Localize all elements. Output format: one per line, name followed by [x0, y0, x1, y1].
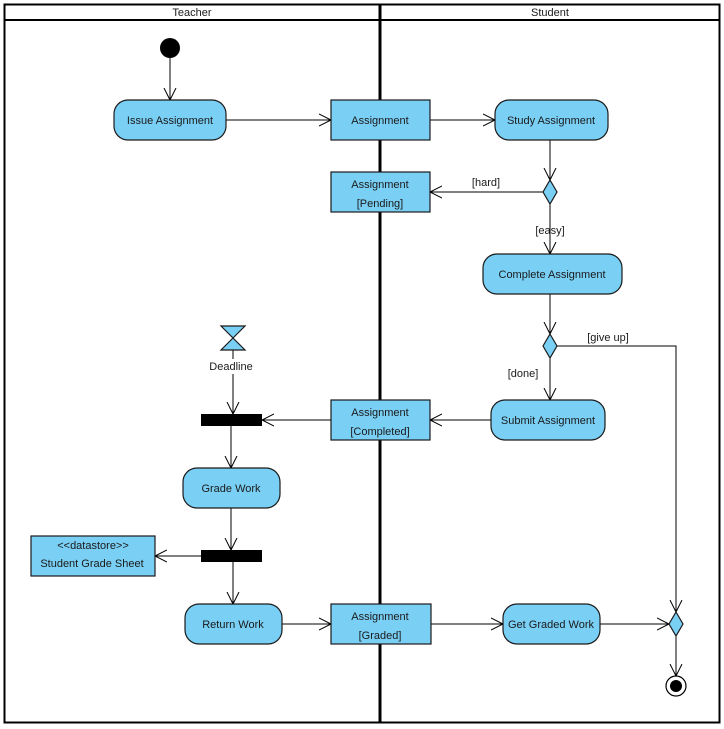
datastore-student-grade-sheet[interactable]: <<datastore>> Student Grade Sheet: [30, 535, 156, 577]
action-label: Study Assignment: [507, 115, 595, 127]
action-complete-assignment[interactable]: Complete Assignment: [482, 253, 623, 295]
action-study-assignment[interactable]: Study Assignment: [494, 99, 609, 141]
action-grade-work[interactable]: Grade Work: [182, 467, 281, 509]
object-label: Assignment: [351, 179, 408, 191]
object-state: [Completed]: [350, 426, 409, 438]
action-return-work[interactable]: Return Work: [184, 603, 283, 645]
fork-bar[interactable]: [201, 550, 262, 562]
guard-easy: [easy]: [535, 225, 564, 237]
datastore-stereotype: <<datastore>>: [57, 540, 129, 552]
object-state: [Graded]: [359, 630, 402, 642]
action-label: Complete Assignment: [499, 269, 606, 281]
final-node[interactable]: [665, 675, 687, 697]
activity-diagram: Teacher Student [hard] [easy] [give up] …: [3, 3, 721, 724]
action-issue-assignment[interactable]: Issue Assignment: [113, 99, 227, 141]
action-label: Grade Work: [201, 483, 261, 495]
lane-title-teacher[interactable]: Teacher: [172, 7, 211, 19]
object-assignment-graded[interactable]: Assignment [Graded]: [330, 603, 432, 645]
object-assignment-pending[interactable]: Assignment [Pending]: [330, 171, 431, 213]
action-get-graded-work[interactable]: Get Graded Work: [502, 603, 601, 645]
guard-done: [done]: [508, 368, 539, 380]
time-event-label: Deadline: [209, 361, 252, 373]
object-label: Assignment: [351, 611, 408, 623]
lane-title-student[interactable]: Student: [531, 7, 569, 19]
guard-hard: [hard]: [472, 177, 500, 189]
action-label: Return Work: [202, 619, 264, 631]
object-assignment-completed[interactable]: Assignment [Completed]: [330, 399, 431, 441]
action-label: Issue Assignment: [127, 115, 213, 127]
object-state: [Pending]: [357, 198, 403, 210]
guard-give-up: [give up]: [587, 332, 629, 344]
action-submit-assignment[interactable]: Submit Assignment: [490, 399, 606, 441]
initial-node[interactable]: [160, 38, 180, 58]
object-assignment[interactable]: Assignment: [330, 99, 431, 141]
join-bar[interactable]: [201, 414, 262, 426]
object-label: Assignment: [351, 115, 408, 127]
datastore-label: Student Grade Sheet: [40, 558, 143, 570]
action-label: Submit Assignment: [501, 415, 595, 427]
action-label: Get Graded Work: [508, 619, 594, 631]
object-label: Assignment: [351, 407, 408, 419]
